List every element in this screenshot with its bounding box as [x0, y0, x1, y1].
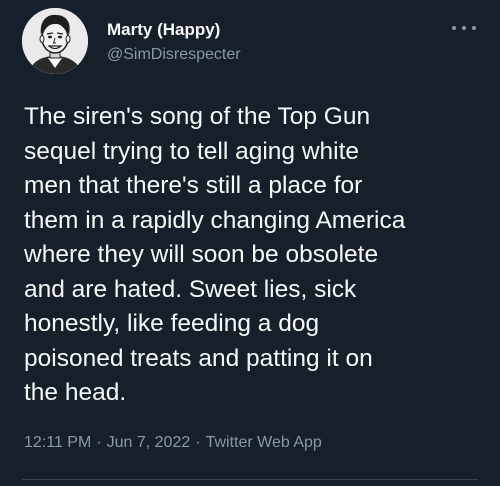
tweet-date[interactable]: Jun 7, 2022: [107, 434, 191, 451]
more-dots-icon: [472, 26, 476, 30]
more-dots-icon: [452, 26, 456, 30]
display-name[interactable]: Marty (Happy): [107, 20, 220, 40]
tweet-source[interactable]: Twitter Web App: [206, 434, 322, 451]
divider: [22, 479, 478, 480]
tweet-metadata: 12:11 PM · Jun 7, 2022 · Twitter Web App: [24, 434, 322, 452]
cartoon-portrait-avatar-icon: [22, 8, 88, 74]
meta-separator: ·: [195, 434, 201, 451]
meta-separator: ·: [96, 434, 102, 451]
tweet-text: The siren's song of the Top Gun sequel t…: [24, 103, 406, 406]
avatar[interactable]: [22, 8, 88, 74]
tweet-time[interactable]: 12:11 PM: [24, 434, 91, 451]
more-options-button[interactable]: [452, 20, 476, 36]
more-dots-icon: [462, 26, 466, 30]
tweet: Marty (Happy) @SimDisrespecter The siren…: [0, 0, 500, 486]
user-handle[interactable]: @SimDisrespecter: [107, 46, 241, 64]
